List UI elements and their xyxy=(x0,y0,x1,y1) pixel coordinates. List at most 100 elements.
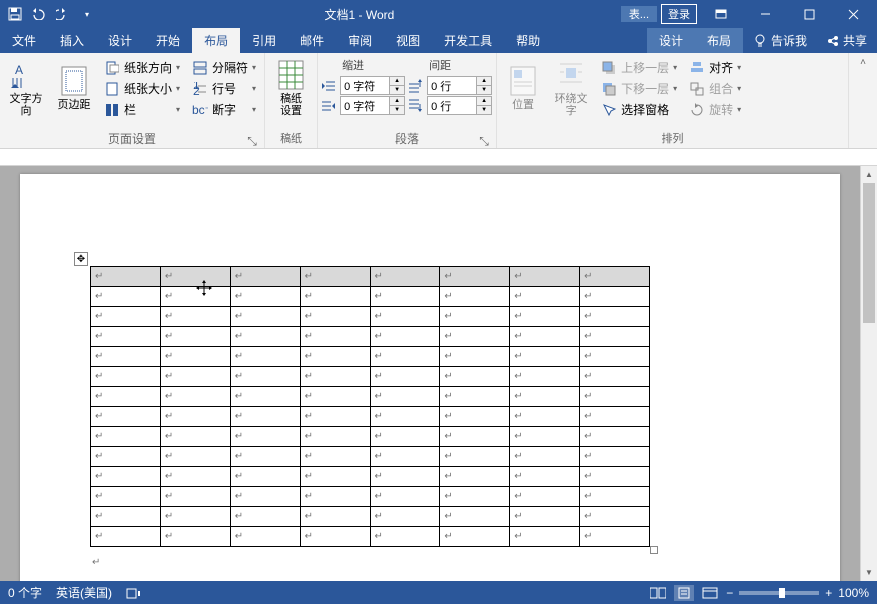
tab-审阅[interactable]: 审阅 xyxy=(336,28,384,53)
table-cell[interactable]: ↵ xyxy=(300,267,370,287)
table-cell[interactable]: ↵ xyxy=(160,267,230,287)
table-cell[interactable]: ↵ xyxy=(160,387,230,407)
zoom-level[interactable]: 100% xyxy=(838,586,869,600)
tab-开始[interactable]: 开始 xyxy=(144,28,192,53)
table-cell[interactable]: ↵ xyxy=(160,507,230,527)
print-layout-button[interactable] xyxy=(674,585,694,601)
language-button[interactable]: 英语(美国) xyxy=(56,584,112,601)
table-move-handle[interactable]: ✥ xyxy=(74,252,88,266)
table-cell[interactable]: ↵ xyxy=(510,287,580,307)
table-cell[interactable]: ↵ xyxy=(510,527,580,547)
tell-me-field[interactable]: 告诉我 xyxy=(743,28,817,53)
table-cell[interactable]: ↵ xyxy=(370,387,440,407)
table-cell[interactable]: ↵ xyxy=(160,407,230,427)
table-cell[interactable]: ↵ xyxy=(230,407,300,427)
tab-邮件[interactable]: 邮件 xyxy=(288,28,336,53)
table-cell[interactable]: ↵ xyxy=(440,507,510,527)
table-cell[interactable]: ↵ xyxy=(91,287,161,307)
table-cell[interactable]: ↵ xyxy=(300,387,370,407)
spinner-down-button[interactable]: ▼ xyxy=(477,106,491,114)
table-cell[interactable]: ↵ xyxy=(510,327,580,347)
table-cell[interactable]: ↵ xyxy=(91,347,161,367)
table-cell[interactable]: ↵ xyxy=(370,447,440,467)
table-cell[interactable]: ↵ xyxy=(370,367,440,387)
tab-帮助[interactable]: 帮助 xyxy=(504,28,552,53)
web-layout-button[interactable] xyxy=(700,585,720,601)
table-cell[interactable]: ↵ xyxy=(510,507,580,527)
table-cell[interactable]: ↵ xyxy=(370,267,440,287)
table-cell[interactable]: ↵ xyxy=(160,447,230,467)
scroll-up-button[interactable]: ▲ xyxy=(861,166,877,183)
table-cell[interactable]: ↵ xyxy=(580,527,650,547)
table-row[interactable]: ↵↵↵↵↵↵↵↵ xyxy=(91,467,650,487)
ctx-tab-布局[interactable]: 布局 xyxy=(695,28,743,53)
table-cell[interactable]: ↵ xyxy=(580,427,650,447)
manuscript-button[interactable]: 稿纸 设置 xyxy=(269,55,313,121)
zoom-slider[interactable] xyxy=(739,591,819,595)
table-row[interactable]: ↵↵↵↵↵↵↵↵ xyxy=(91,507,650,527)
table-cell[interactable]: ↵ xyxy=(91,487,161,507)
ribbon-display-button[interactable] xyxy=(701,0,741,28)
table-cell[interactable]: ↵ xyxy=(440,467,510,487)
minimize-button[interactable] xyxy=(745,0,785,28)
space-after-input[interactable]: ▲▼ xyxy=(427,96,492,115)
table-cell[interactable]: ↵ xyxy=(300,427,370,447)
table-cell[interactable]: ↵ xyxy=(160,307,230,327)
table-cell[interactable]: ↵ xyxy=(300,367,370,387)
dialog-launcher-icon[interactable]: ⤡ xyxy=(246,134,258,146)
table-cell[interactable]: ↵ xyxy=(580,487,650,507)
table-cell[interactable]: ↵ xyxy=(580,447,650,467)
table-cell[interactable]: ↵ xyxy=(510,427,580,447)
tab-插入[interactable]: 插入 xyxy=(48,28,96,53)
scroll-thumb[interactable] xyxy=(863,183,875,323)
ctx-tab-设计[interactable]: 设计 xyxy=(647,28,695,53)
spinner-up-button[interactable]: ▲ xyxy=(477,97,491,106)
table-cell[interactable]: ↵ xyxy=(230,447,300,467)
spinner-down-button[interactable]: ▼ xyxy=(477,86,491,94)
table-cell[interactable]: ↵ xyxy=(300,507,370,527)
table-cell[interactable]: ↵ xyxy=(230,487,300,507)
save-button[interactable] xyxy=(4,3,26,25)
table-row[interactable]: ↵↵↵↵↵↵↵↵ xyxy=(91,407,650,427)
table-cell[interactable]: ↵ xyxy=(370,427,440,447)
table-cell[interactable]: ↵ xyxy=(160,427,230,447)
document-table[interactable]: ↵↵↵↵↵↵↵↵↵↵↵↵↵↵↵↵↵↵↵↵↵↵↵↵↵↵↵↵↵↵↵↵↵↵↵↵↵↵↵↵… xyxy=(90,266,650,547)
table-cell[interactable]: ↵ xyxy=(370,487,440,507)
table-cell[interactable]: ↵ xyxy=(300,407,370,427)
table-cell[interactable]: ↵ xyxy=(91,527,161,547)
text-direction-button[interactable]: A 文字方向 xyxy=(4,55,48,121)
table-row[interactable]: ↵↵↵↵↵↵↵↵ xyxy=(91,347,650,367)
line-numbers-button[interactable]: 12行号▾ xyxy=(188,78,260,99)
table-cell[interactable]: ↵ xyxy=(510,347,580,367)
table-cell[interactable]: ↵ xyxy=(580,287,650,307)
maximize-button[interactable] xyxy=(789,0,829,28)
table-cell[interactable]: ↵ xyxy=(440,267,510,287)
indent-left-input[interactable]: ▲▼ xyxy=(340,76,405,95)
table-cell[interactable]: ↵ xyxy=(160,527,230,547)
table-cell[interactable]: ↵ xyxy=(230,367,300,387)
table-row[interactable]: ↵↵↵↵↵↵↵↵ xyxy=(91,447,650,467)
spinner-up-button[interactable]: ▲ xyxy=(390,97,404,106)
word-count[interactable]: 0 个字 xyxy=(8,584,42,601)
table-cell[interactable]: ↵ xyxy=(580,347,650,367)
tab-引用[interactable]: 引用 xyxy=(240,28,288,53)
table-cell[interactable]: ↵ xyxy=(91,407,161,427)
table-row[interactable]: ↵↵↵↵↵↵↵↵ xyxy=(91,327,650,347)
table-row[interactable]: ↵↵↵↵↵↵↵↵ xyxy=(91,527,650,547)
table-cell[interactable]: ↵ xyxy=(510,387,580,407)
scroll-down-button[interactable]: ▼ xyxy=(861,564,877,581)
table-cell[interactable]: ↵ xyxy=(580,407,650,427)
table-row[interactable]: ↵↵↵↵↵↵↵↵ xyxy=(91,267,650,287)
table-cell[interactable]: ↵ xyxy=(230,267,300,287)
table-cell[interactable]: ↵ xyxy=(230,527,300,547)
table-row[interactable]: ↵↵↵↵↵↵↵↵ xyxy=(91,387,650,407)
table-cell[interactable]: ↵ xyxy=(370,307,440,327)
table-cell[interactable]: ↵ xyxy=(91,387,161,407)
table-cell[interactable]: ↵ xyxy=(300,527,370,547)
zoom-out-button[interactable]: − xyxy=(726,586,733,600)
table-cell[interactable]: ↵ xyxy=(160,327,230,347)
table-cell[interactable]: ↵ xyxy=(440,387,510,407)
table-cell[interactable]: ↵ xyxy=(580,367,650,387)
table-cell[interactable]: ↵ xyxy=(300,287,370,307)
space-before-input[interactable]: ▲▼ xyxy=(427,76,492,95)
